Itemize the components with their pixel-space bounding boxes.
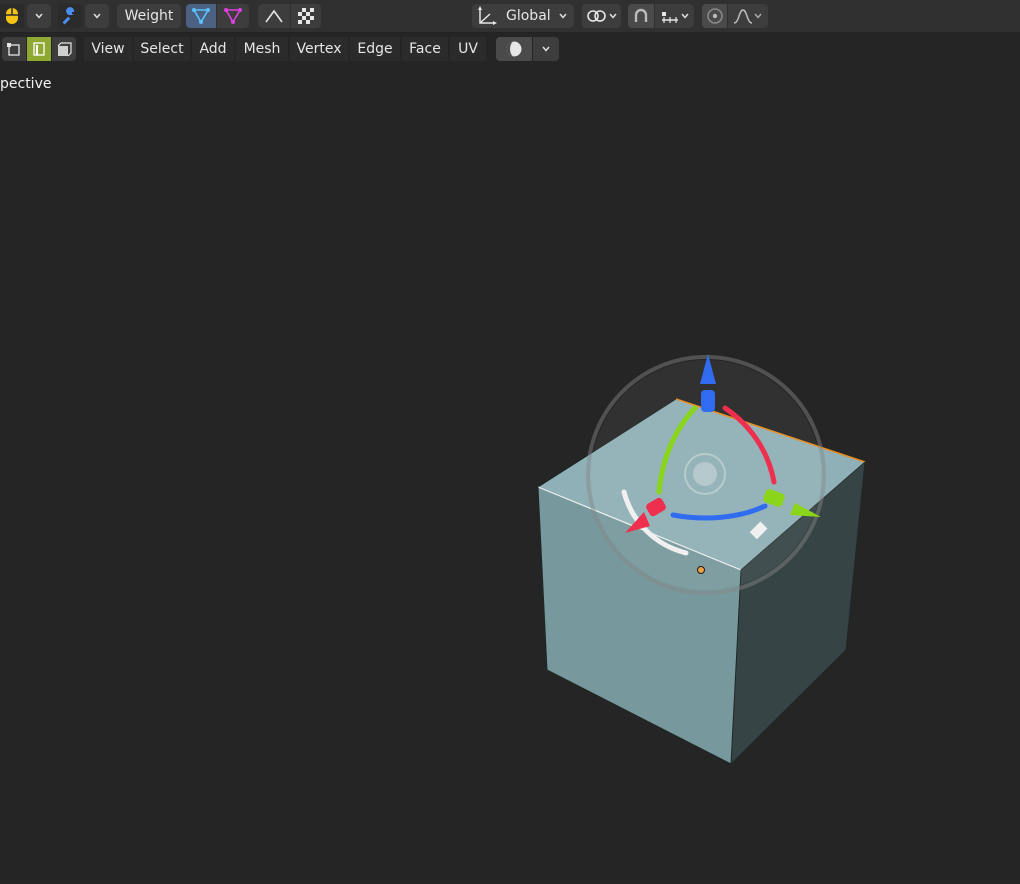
snap-target-dropdown[interactable]	[655, 4, 694, 28]
chevron-down-icon	[35, 13, 43, 19]
menu-uv-label: UV	[458, 41, 478, 57]
select-mode-button[interactable]	[0, 4, 24, 28]
menu-vertex[interactable]: Vertex	[290, 37, 348, 61]
curve-button[interactable]	[258, 4, 290, 28]
viewport-shading-button[interactable]	[496, 37, 532, 61]
magnet-icon	[634, 8, 648, 22]
chevron-down-icon	[680, 13, 689, 19]
face-select-icon	[57, 42, 72, 57]
falloff-dropdown[interactable]	[728, 4, 768, 28]
vertex-selection-toggle[interactable]	[186, 4, 216, 28]
falloff-curve-icon	[733, 9, 753, 24]
curve-icon	[265, 9, 283, 23]
menu-add-label: Add	[199, 41, 227, 57]
menu-uv[interactable]: UV	[450, 37, 486, 61]
snap-toggle[interactable]	[628, 4, 654, 28]
transform-orientation-dropdown[interactable]: Global	[472, 4, 574, 28]
chevron-down-icon	[542, 46, 550, 52]
menu-view-label: View	[91, 41, 125, 57]
link-icon	[586, 10, 606, 22]
gizmo-center-dot	[693, 462, 717, 486]
vertex-select-icon	[7, 43, 20, 56]
menu-select[interactable]: Select	[134, 37, 190, 61]
menu-vertex-label: Vertex	[296, 41, 342, 57]
object-origin-point[interactable]	[697, 566, 705, 574]
menu-edge[interactable]: Edge	[350, 37, 400, 61]
vertex-mask-icon	[192, 8, 210, 24]
chevron-down-icon	[608, 13, 617, 19]
menu-edge-label: Edge	[357, 41, 393, 57]
weight-mode-button[interactable]: Weight	[117, 4, 181, 28]
orientation-axes-icon	[478, 6, 497, 25]
select-mode-dropdown[interactable]	[27, 4, 51, 28]
viewport-shading-dropdown[interactable]	[533, 37, 559, 61]
edge-select-icon	[33, 42, 45, 56]
edge-select-mode-button[interactable]	[27, 37, 51, 61]
shading-sphere-icon	[506, 41, 522, 57]
menu-face[interactable]: Face	[402, 37, 448, 61]
mouse-icon	[6, 8, 18, 24]
weight-mode-label: Weight	[124, 8, 174, 24]
gizmo-z-handle[interactable]	[701, 390, 715, 412]
orientation-label: Global	[506, 8, 551, 24]
menu-mesh[interactable]: Mesh	[236, 37, 288, 61]
chevron-down-icon	[754, 13, 762, 19]
menu-select-label: Select	[140, 41, 184, 57]
checker-button[interactable]	[291, 4, 321, 28]
viewport-canvas[interactable]	[0, 63, 1020, 884]
proportional-edit-toggle[interactable]	[702, 4, 727, 28]
menu-face-label: Face	[409, 41, 441, 57]
tool-button[interactable]	[58, 4, 82, 28]
face-select-mode-button[interactable]	[52, 37, 76, 61]
face-selection-toggle[interactable]	[217, 4, 249, 28]
checker-icon	[298, 8, 314, 24]
wrench-icon	[62, 7, 75, 25]
proportional-edit-icon	[706, 8, 723, 24]
menu-add[interactable]: Add	[192, 37, 234, 61]
menu-view[interactable]: View	[84, 37, 132, 61]
snap-increment-icon	[661, 12, 678, 23]
face-mask-icon	[224, 8, 242, 24]
vertex-select-mode-button[interactable]	[2, 37, 26, 61]
chevron-down-icon	[559, 13, 567, 19]
tool-dropdown[interactable]	[85, 4, 109, 28]
pivot-point-dropdown[interactable]	[582, 4, 621, 28]
viewport-header: Weight Global	[0, 0, 1020, 33]
menu-mesh-label: Mesh	[243, 41, 281, 57]
chevron-down-icon	[93, 13, 101, 19]
